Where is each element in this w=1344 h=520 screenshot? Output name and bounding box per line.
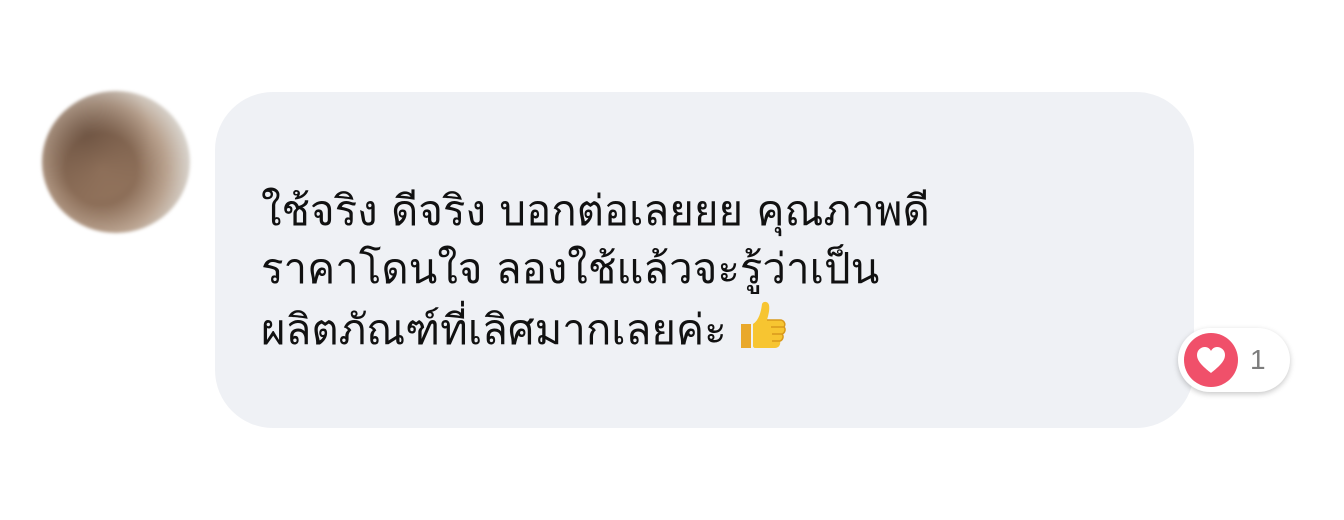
avatar-blur-overlay — [42, 91, 190, 233]
comment-text-line-1: ใช้จริง ดีจริง บอกต่อเลยยย คุณภาพดี — [261, 186, 930, 235]
reaction-summary[interactable]: 1 — [1178, 328, 1290, 392]
heart-icon — [1184, 333, 1238, 387]
thumbs-up-icon — [733, 298, 789, 369]
comment-text-line-2: ราคาโดนใจ ลองใช้แล้วจะรู้ว่าเป็น — [261, 244, 880, 293]
comment-thread: ใช้จริง ดีจริง บอกต่อเลยยย คุณภาพดี ราคา… — [0, 0, 1344, 520]
comment-text-line-3: ผลิตภัณฑ์ที่เลิศมากเลยค่ะ — [261, 298, 1154, 369]
reaction-count: 1 — [1250, 344, 1266, 375]
avatar[interactable] — [42, 91, 190, 233]
comment-bubble[interactable]: ใช้จริง ดีจริง บอกต่อเลยยย คุณภาพดี ราคา… — [215, 92, 1194, 428]
comment-text-line-3-text: ผลิตภัณฑ์ที่เลิศมากเลยค่ะ — [261, 305, 727, 354]
